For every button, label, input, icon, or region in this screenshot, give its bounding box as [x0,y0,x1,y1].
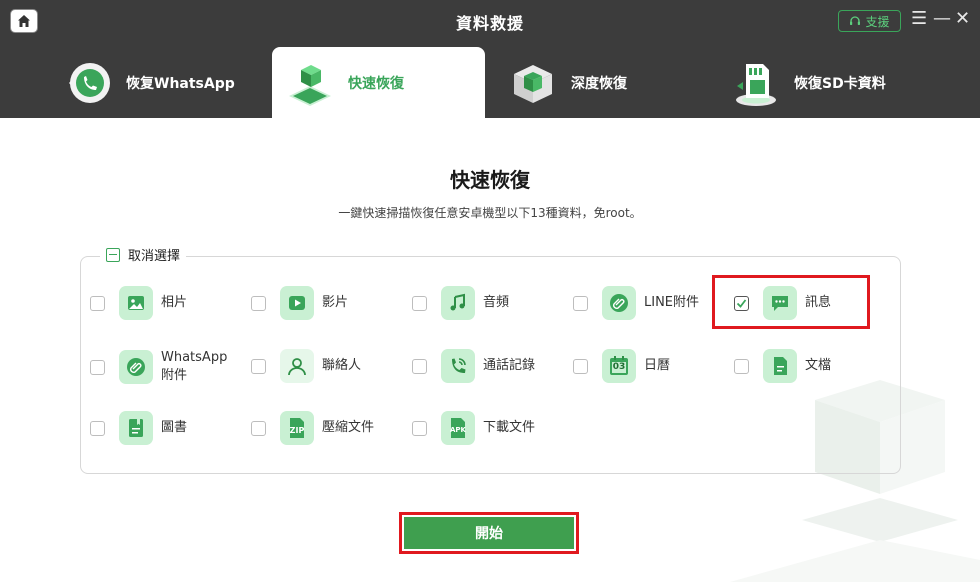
item-label: 下載文件 [483,420,536,435]
deselect-all-toggle[interactable]: 取消選擇 [100,245,187,264]
item-label: LINE附件 [644,295,700,310]
checkbox[interactable] [90,359,105,375]
file-type-contacts[interactable]: 聯絡人 [251,349,361,383]
whatsapp-phone-icon [60,55,116,111]
checkbox[interactable] [573,358,588,374]
zip-badge: ZIP [289,426,305,435]
support-label: 支援 [865,14,890,29]
file-type-audio[interactable]: 音頻 [412,286,509,320]
file-type-archive[interactable]: ZIP 壓縮文件 [251,411,374,445]
file-type-download[interactable]: APK 下載文件 [412,411,535,445]
checkbox[interactable] [251,420,266,436]
sd-card-icon [728,55,784,111]
minimize-button[interactable]: — [933,9,951,29]
item-label: 相片 [161,295,188,310]
item-label: 音頻 [483,295,510,310]
menu-button[interactable]: ☰ [911,9,927,29]
item-label: 影片 [322,295,349,310]
music-icon [441,286,475,320]
title-bar: 資料救援 支援 ☰ — ✕ 恢复WhatsApp 快速恢復 深度恢復 恢復SD卡… [0,0,980,118]
video-icon [280,286,314,320]
item-label: 聯絡人 [322,358,362,373]
headset-icon [850,16,861,25]
item-label-multiline: WhatsApp 附件 [161,349,227,385]
zip-icon: ZIP [280,411,314,445]
item-label: WhatsApp [161,350,228,365]
tab-label: 快速恢復 [348,75,404,92]
book-icon [119,411,153,445]
file-type-ebook[interactable]: 圖書 [90,411,187,445]
item-label: 圖書 [161,420,188,435]
tab-deep-recover[interactable]: 深度恢復 [505,47,705,118]
file-type-photo[interactable]: 相片 [90,286,187,320]
minimize-icon: — [933,8,951,29]
attachment-icon [602,286,636,320]
checkbox[interactable] [412,295,427,311]
photo-icon [119,286,153,320]
file-type-call-log[interactable]: 通話記錄 [412,349,535,383]
deselect-label: 取消選擇 [128,249,181,264]
item-label: 壓縮文件 [322,420,375,435]
item-label-line2: 附件 [161,368,188,383]
whatsapp-attachment-icon [119,350,153,384]
selection-highlight-frame [712,275,870,329]
start-button[interactable]: 開始 [404,517,574,549]
checkbox[interactable] [412,358,427,374]
checkbox[interactable] [251,358,266,374]
file-type-line-attachment[interactable]: LINE附件 [573,286,699,320]
page-title: 快速恢復 [450,168,530,192]
deep-recover-cube-icon [505,55,561,111]
tab-quick-recover[interactable]: 快速恢復 [272,47,485,118]
calendar-icon: 03 [602,349,636,383]
checkbox[interactable] [412,420,427,436]
item-label: 文檔 [805,358,832,373]
item-label: 通話記錄 [483,358,536,373]
call-log-icon [441,349,475,383]
apk-icon: APK [441,411,475,445]
start-button-highlight: 開始 [399,512,579,554]
checkbox[interactable] [90,295,105,311]
partial-checkbox-icon [106,247,120,262]
contact-icon [280,349,314,383]
close-icon: ✕ [955,8,971,29]
tab-label: 恢復SD卡資料 [794,75,886,92]
apk-badge: APK [450,426,466,434]
checkbox[interactable] [251,295,266,311]
support-button[interactable]: 支援 [838,10,901,32]
item-label: 日曆 [644,358,671,373]
quick-recover-cube-icon [282,55,338,111]
file-type-calendar[interactable]: 03 日曆 [573,349,670,383]
checkbox[interactable] [573,295,588,311]
app-title: 資料救援 [455,14,524,33]
tab-label: 深度恢復 [571,75,627,92]
tab-recover-sd-card[interactable]: 恢復SD卡資料 [728,47,948,118]
checkbox[interactable] [90,420,105,436]
file-type-document[interactable]: 文檔 [734,349,831,383]
file-type-whatsapp-attachment[interactable]: WhatsApp 附件 [90,349,227,385]
hamburger-icon: ☰ [911,8,928,29]
tab-label: 恢复WhatsApp [126,75,235,92]
tab-recover-whatsapp[interactable]: 恢复WhatsApp [60,47,260,118]
file-type-video[interactable]: 影片 [251,286,348,320]
close-button[interactable]: ✕ [955,9,970,29]
document-icon [763,349,797,383]
checkbox[interactable] [734,358,749,374]
calendar-day-label: 03 [612,362,626,372]
page-subtitle: 一鍵快速掃描恢復任意安卓機型以下13種資料，免root。 [338,206,642,220]
